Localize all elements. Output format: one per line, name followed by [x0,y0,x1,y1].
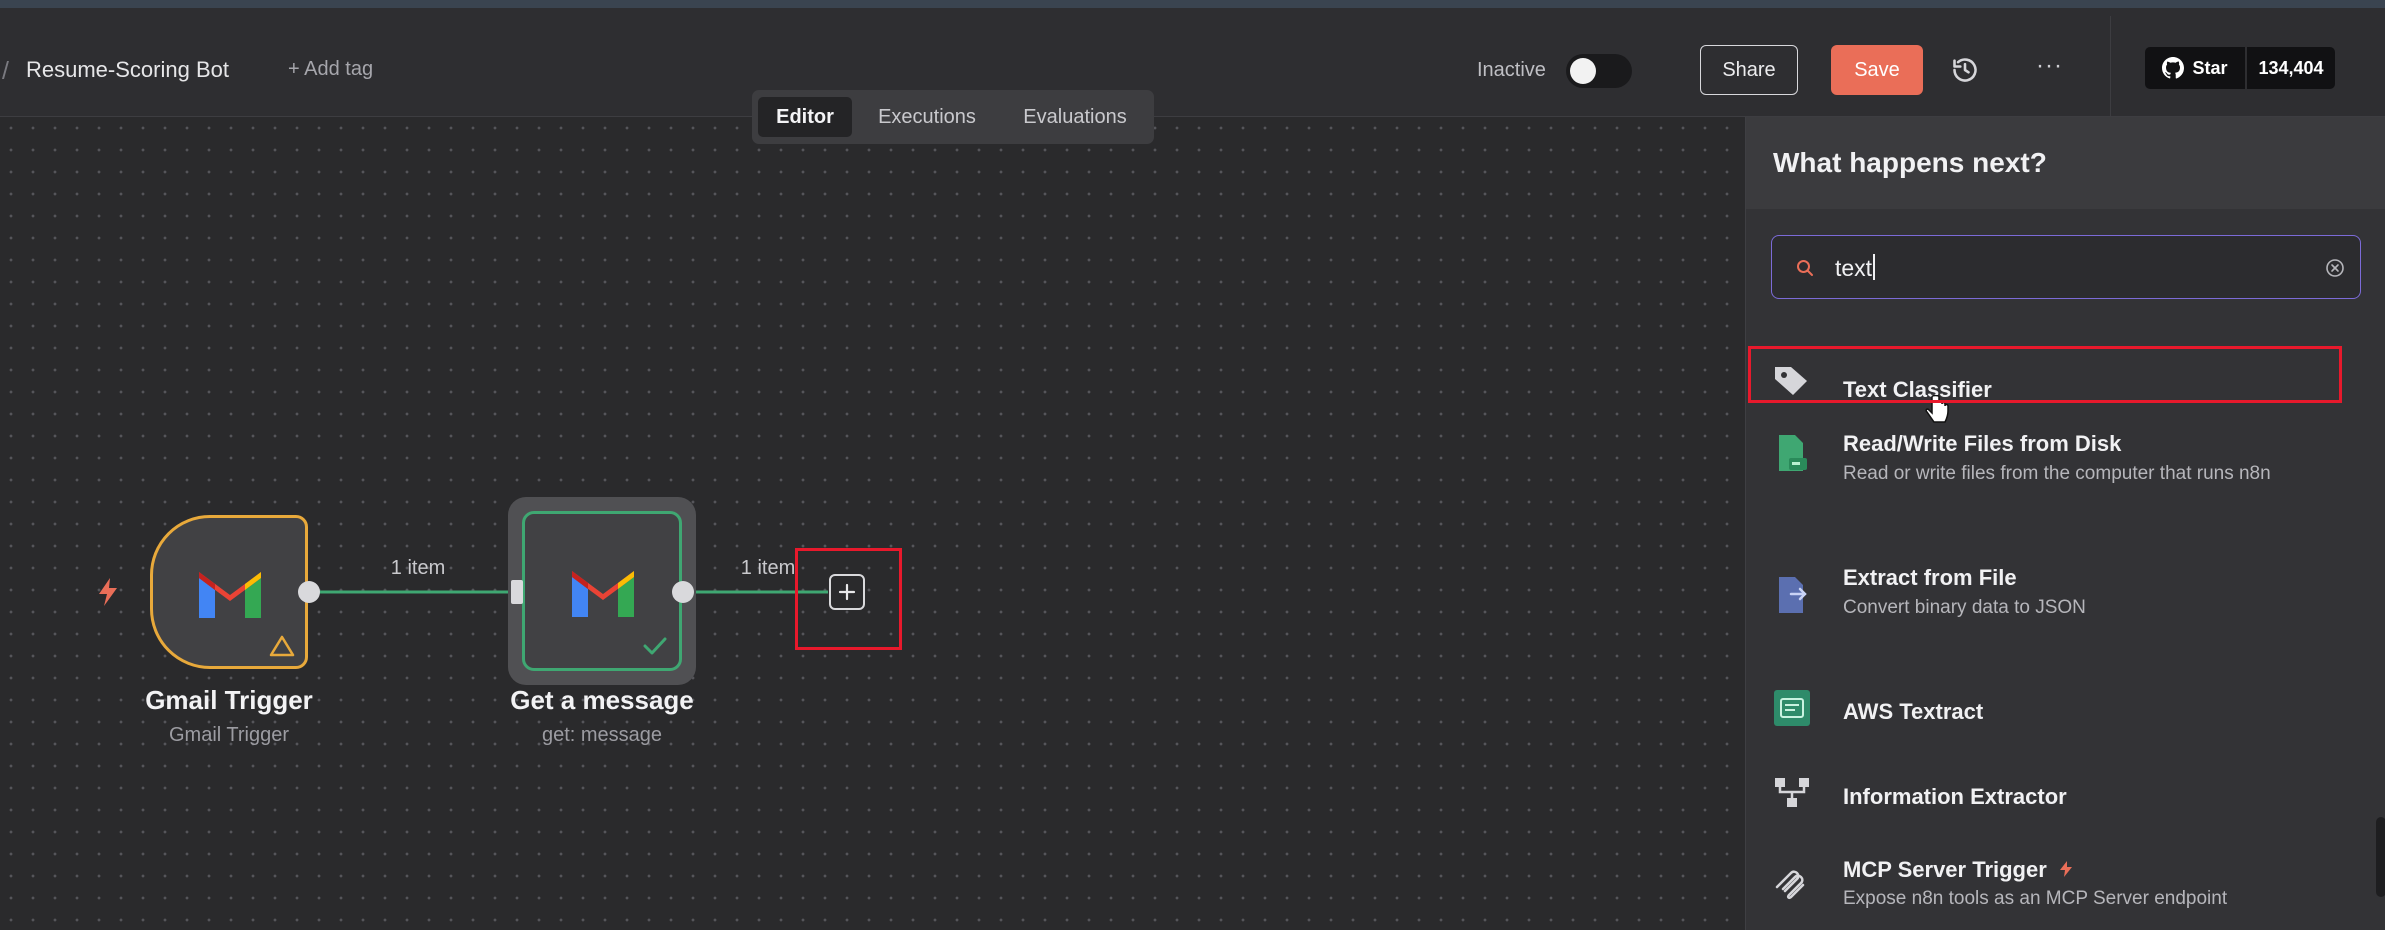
file-disk-icon [1779,435,1807,471]
plus-icon [838,583,856,601]
tab-executions[interactable]: Executions [860,97,994,137]
trigger-spark-icon [2059,861,2072,877]
active-toggle[interactable] [1566,54,1632,88]
node-input-handle[interactable] [511,580,523,604]
node-subtitle: Gmail Trigger [168,724,290,746]
aws-textract-icon [1774,690,1810,726]
panel-scrollbar[interactable] [2376,817,2385,897]
view-tabs: Editor Executions Evaluations [752,90,1154,144]
hierarchy-icon [1775,778,1809,807]
github-star-label: Star [2192,57,2228,78]
github-star-count[interactable]: 134,404 [2247,47,2335,89]
workflow-canvas[interactable]: Gmail Trigger Gmail Trigger 1 item Get a… [0,117,1745,930]
mcp-icon [1775,870,1805,900]
save-button[interactable]: Save [1831,45,1923,95]
node-creator-panel: What happens next? text Text Classifier … [1745,117,2385,930]
result-information-extractor[interactable]: Information Extractor [1746,762,2385,832]
search-icon [1797,260,1813,276]
result-read-write-files[interactable]: Read/Write Files from Disk Read or write… [1746,417,2385,517]
result-description: Expose n8n tools as an MCP Server endpoi… [1843,888,2228,909]
more-options-icon[interactable]: ··· [2036,52,2063,80]
clear-search-icon[interactable] [2325,258,2345,278]
result-description: Read or write files from the computer th… [1843,463,2271,484]
result-title: Read/Write Files from Disk [1843,431,2122,456]
result-text-classifier[interactable]: Text Classifier [1746,347,2385,427]
node-subtitle: get: message [541,724,663,746]
node-output-handle[interactable] [672,581,694,603]
result-extract-from-file[interactable]: Extract from File Convert binary data to… [1746,562,2385,642]
check-icon [643,637,667,655]
warning-icon [269,635,295,657]
add-node-button[interactable] [829,574,865,610]
gmail-icon [572,571,634,617]
node-output-handle[interactable] [298,581,320,603]
github-star-button[interactable]: Star [2145,47,2245,89]
tab-evaluations[interactable]: Evaluations [1002,97,1148,137]
header-divider [2110,16,2111,124]
github-icon [2162,57,2185,79]
panel-title: What happens next? [1773,147,2047,178]
workflow-name[interactable]: Resume-Scoring Bot [26,57,229,83]
share-button[interactable]: Share [1700,45,1798,95]
toggle-knob [1570,58,1596,84]
lightning-icon [99,578,117,606]
result-aws-textract[interactable]: AWS Textract [1746,677,2385,747]
panel-header: What happens next? [1746,117,2385,209]
gmail-icon [199,572,261,618]
file-extract-icon [1779,577,1807,613]
result-description: Convert binary data to JSON [1843,597,2086,618]
edge-label: 1 item [740,557,796,579]
history-icon[interactable] [1951,56,1979,84]
breadcrumb-separator: / [2,57,9,85]
edge-label: 1 item [390,557,446,579]
result-title: MCP Server Trigger [1843,857,2073,883]
search-value: text [1835,254,1876,282]
get-message-node[interactable] [522,511,682,671]
top-header: / Resume-Scoring Bot + Add tag Inactive … [0,8,2385,124]
node-title: Get a message [510,685,694,715]
node-title: Gmail Trigger [145,685,313,715]
result-title: Information Extractor [1843,784,2067,809]
tab-editor[interactable]: Editor [758,97,852,137]
add-tag-button[interactable]: + Add tag [288,58,373,81]
tag-icon [1775,367,1807,395]
result-title: Text Classifier [1843,377,1992,402]
window-top-strip [0,0,2385,8]
result-title: AWS Textract [1843,699,1984,724]
result-title: Extract from File [1843,565,2017,590]
result-mcp-server-trigger[interactable]: MCP Server Trigger Expose n8n tools as a… [1746,847,2385,930]
gmail-trigger-node[interactable] [150,515,308,669]
node-search-input[interactable]: text [1771,235,2361,299]
workflow-status-label: Inactive [1477,59,1546,81]
